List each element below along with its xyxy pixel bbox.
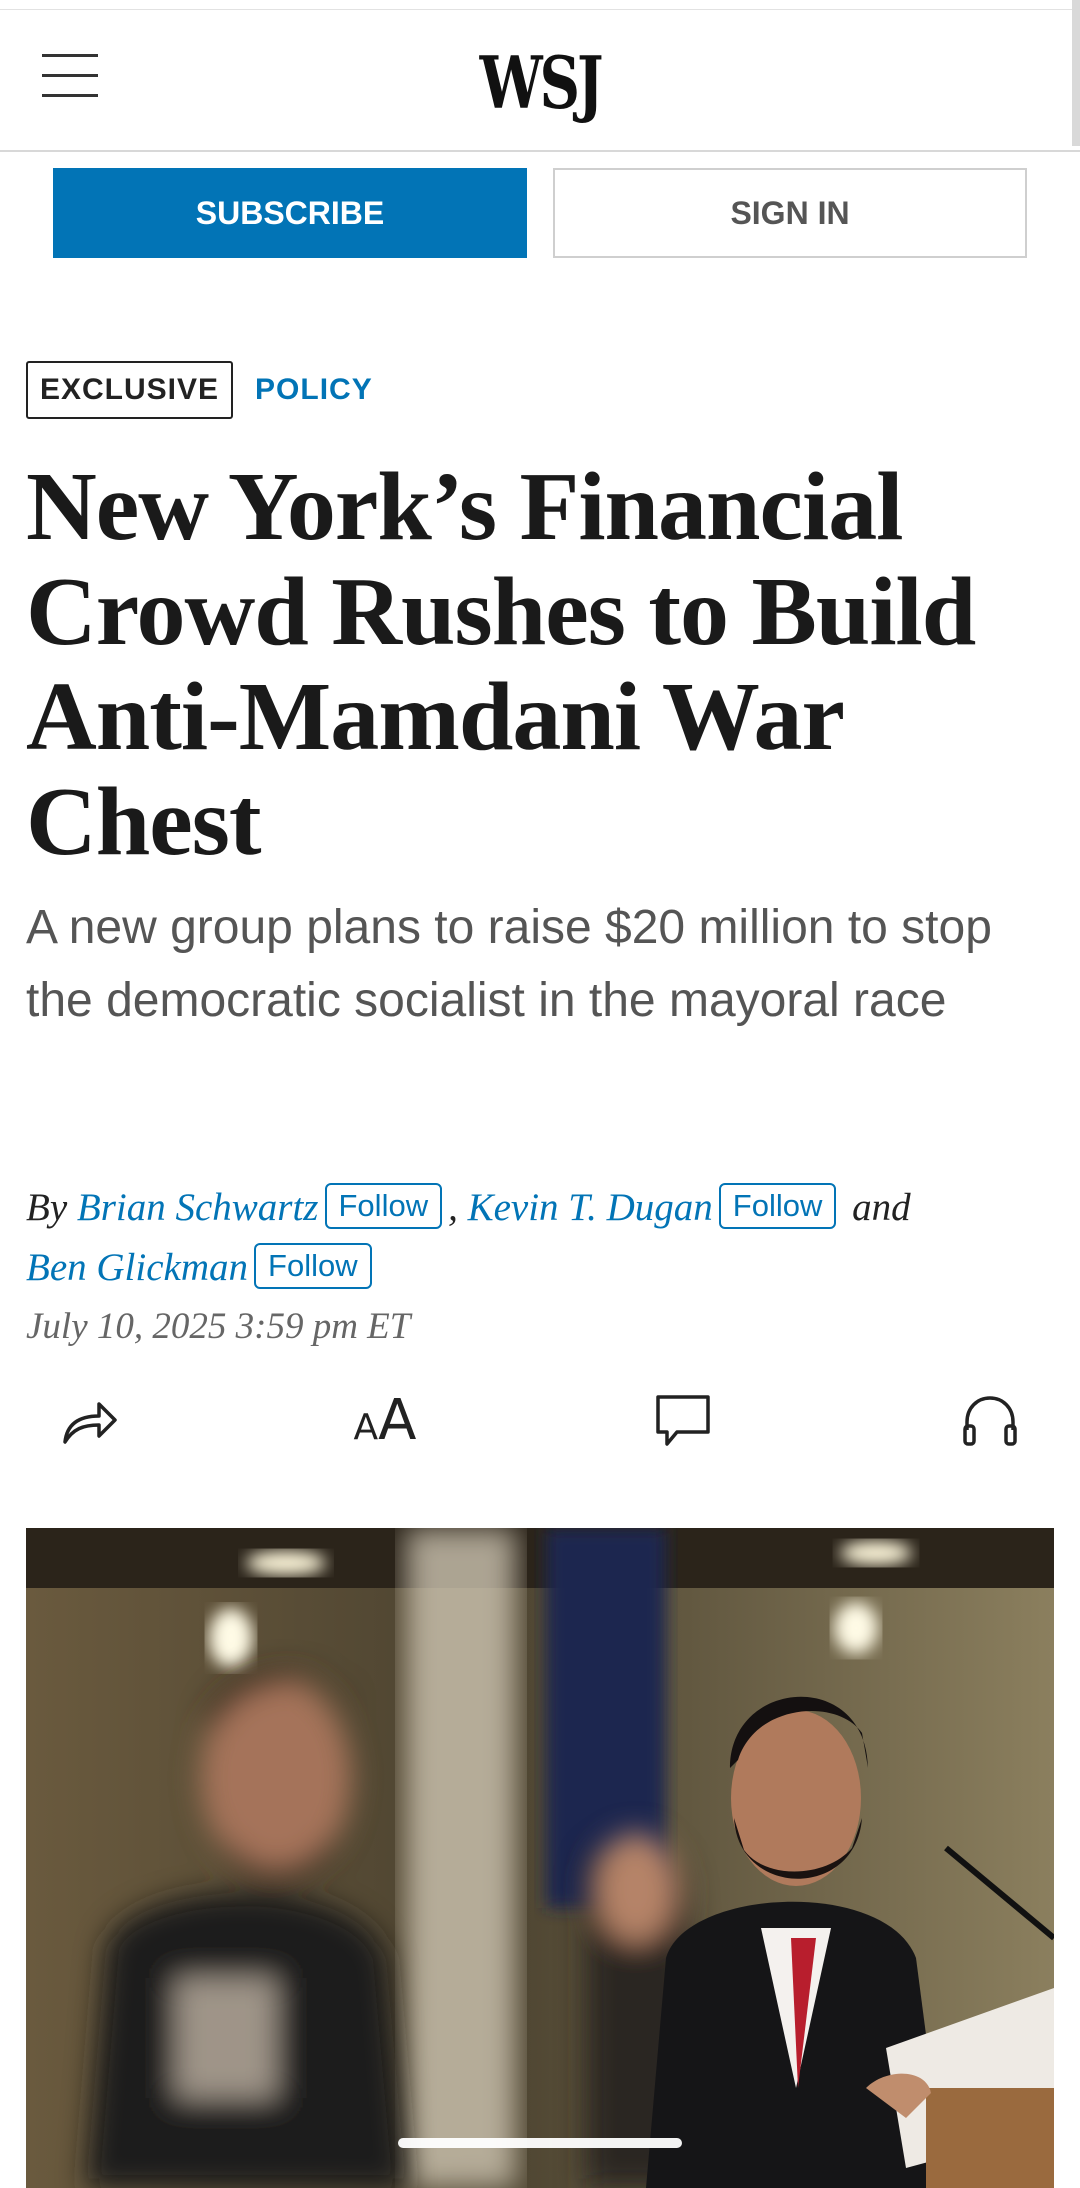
- byline-by: By: [26, 1186, 68, 1229]
- text-size-icon[interactable]: AA: [350, 1386, 420, 1456]
- text-size-large-glyph: A: [378, 1388, 417, 1453]
- share-icon[interactable]: [55, 1386, 125, 1456]
- headphones-icon[interactable]: [955, 1386, 1025, 1456]
- follow-button[interactable]: Follow: [254, 1243, 372, 1289]
- subscribe-button[interactable]: SUBSCRIBE: [53, 168, 527, 258]
- publish-date: July 10, 2025 3:59 pm ET: [26, 1306, 411, 1347]
- author-link[interactable]: Brian Schwartz: [77, 1186, 319, 1229]
- follow-button[interactable]: Follow: [718, 1183, 837, 1229]
- wsj-logo[interactable]: WSJ: [119, 40, 961, 125]
- comment-icon[interactable]: [648, 1386, 718, 1456]
- byline-and: and: [852, 1186, 911, 1229]
- hamburger-menu-icon[interactable]: [42, 54, 98, 100]
- author-link[interactable]: Kevin T. Dugan: [468, 1186, 713, 1229]
- follow-button[interactable]: Follow: [324, 1183, 443, 1229]
- section-link-policy[interactable]: POLICY: [255, 373, 373, 407]
- exclusive-badge: EXCLUSIVE: [26, 361, 234, 419]
- status-strip: [0, 0, 1080, 10]
- author-link[interactable]: Ben Glickman: [26, 1246, 248, 1289]
- article-tags: EXCLUSIVE POLICY: [26, 359, 373, 421]
- hero-photo-illustration: [26, 1528, 1054, 2188]
- sign-in-button[interactable]: SIGN IN: [553, 168, 1027, 258]
- article-toolbar: AA: [0, 1386, 1080, 1456]
- byline: By Brian Schwartz Follow, Kevin T. Dugan F…: [26, 1178, 1056, 1298]
- article-dek: A new group plans to raise $20 million t…: [26, 901, 992, 1027]
- site-header: WSJ: [0, 10, 1080, 152]
- hero-photo[interactable]: [26, 1528, 1054, 2188]
- text-size-small-glyph: A: [353, 1407, 379, 1448]
- scrollbar[interactable]: [1072, 0, 1080, 146]
- article-headline: New York’s Financial Crowd Rushes to Bui…: [26, 453, 976, 876]
- byline-separator: ,: [448, 1186, 458, 1229]
- home-indicator[interactable]: [398, 2138, 682, 2148]
